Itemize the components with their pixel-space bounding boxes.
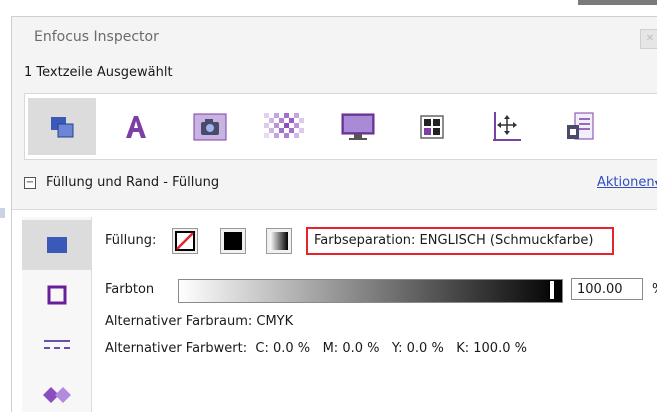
- solid-fill-icon: [224, 232, 242, 250]
- toolbar-button-grid[interactable]: [398, 98, 466, 155]
- no-fill-icon: [175, 231, 195, 251]
- dashes-icon: [43, 340, 70, 349]
- section-header: − Füllung und Rand - Füllung Aktionen▾: [12, 165, 657, 201]
- window-title: Enfocus Inspector: [34, 29, 159, 45]
- toolbar-button-document[interactable]: [546, 98, 614, 155]
- alt-color-space-value: CMYK: [256, 314, 294, 329]
- background-bar: [578, 0, 657, 5]
- alt-color-value: Alternativer Farbwert: C: 0.0 % M: 0.0 %…: [105, 341, 527, 356]
- cmyk-y-value: 0.0 %: [406, 341, 444, 356]
- cmyk-k-value: 100.0 %: [473, 341, 527, 356]
- cmyk-c-value: 0.0 %: [272, 341, 311, 356]
- fill-solid-button[interactable]: [220, 228, 246, 254]
- camera-icon: [193, 113, 227, 140]
- color-separation-label: Farbseparation: ENGLISCH (Schmuckfarbe): [306, 227, 614, 255]
- side-tab-stroke[interactable]: [22, 270, 91, 320]
- cmyk-c-key: C:: [255, 341, 269, 356]
- monitor-icon: [341, 113, 375, 140]
- side-tab-shapes[interactable]: [22, 370, 91, 412]
- cmyk-m-key: M:: [322, 341, 339, 356]
- collapse-toggle[interactable]: −: [24, 177, 36, 189]
- background-mark: [0, 208, 5, 218]
- actions-label: Aktionen: [597, 175, 655, 190]
- toolbar-button-display[interactable]: [324, 98, 392, 155]
- inspector-panel: Enfocus Inspector ✕ 1 Textzeile Ausgewäh…: [11, 16, 657, 412]
- toolbar: [24, 93, 657, 160]
- grid-icon: [420, 114, 444, 139]
- section-title: Füllung und Rand - Füllung: [46, 175, 220, 190]
- text-icon: [126, 115, 146, 138]
- alt-color-value-label: Alternativer Farbwert:: [105, 341, 248, 356]
- fill-none-button[interactable]: [172, 228, 198, 254]
- toolbar-button-object[interactable]: [28, 98, 96, 155]
- stroke-icon: [47, 285, 66, 305]
- tint-slider-track[interactable]: [178, 279, 563, 303]
- fill-gradient-button[interactable]: [266, 228, 292, 254]
- shapes-icon: [42, 387, 71, 403]
- side-tab-dashes[interactable]: [22, 320, 91, 370]
- alt-color-space: Alternativer Farbraum: CMYK: [105, 314, 293, 329]
- fill-icon: [46, 237, 67, 253]
- tint-value-input[interactable]: 100.00: [571, 278, 643, 300]
- object-arrange-icon: [51, 116, 74, 137]
- close-icon[interactable]: ✕: [640, 29, 657, 49]
- title-bar[interactable]: Enfocus Inspector ✕: [12, 17, 657, 57]
- fill-label: Füllung:: [105, 233, 157, 248]
- toolbar-button-image[interactable]: [176, 98, 244, 155]
- document-list-icon: [567, 112, 594, 139]
- gradient-fill-icon: [270, 232, 288, 250]
- toolbar-button-position[interactable]: [472, 98, 540, 155]
- transparency-icon: [264, 112, 304, 138]
- cmyk-m-value: 0.0 %: [342, 341, 380, 356]
- side-tab-strip: [22, 217, 92, 412]
- actions-menu-link[interactable]: Aktionen▾: [597, 175, 657, 190]
- alt-color-space-label: Alternativer Farbraum:: [105, 314, 253, 329]
- tint-slider-handle[interactable]: [549, 280, 555, 300]
- selection-status: 1 Textzeile Ausgewählt: [24, 65, 173, 80]
- cmyk-k-key: K:: [456, 341, 470, 356]
- cmyk-y-key: Y:: [391, 341, 403, 356]
- background-top: [0, 0, 657, 16]
- tint-unit: %: [652, 282, 657, 297]
- toolbar-button-transparency[interactable]: [250, 98, 318, 155]
- tint-label: Farbton: [105, 282, 155, 297]
- side-tab-fill[interactable]: [22, 220, 91, 270]
- toolbar-button-text[interactable]: [102, 98, 170, 155]
- selection-status-bar: 1 Textzeile Ausgewählt: [12, 57, 657, 87]
- position-axes-icon: [493, 111, 521, 141]
